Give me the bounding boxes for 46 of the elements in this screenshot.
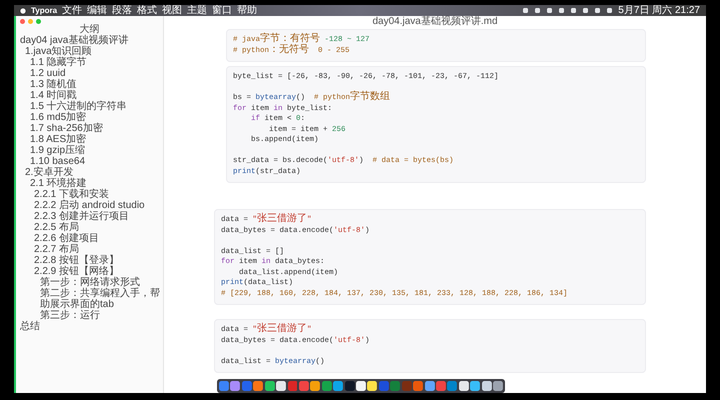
outline-item[interactable]: 第二步：共享编程入手，帮助展示界面的tab	[40, 288, 161, 310]
outline-item[interactable]: 2.2.8 按钮【登录】	[34, 255, 120, 266]
outline-item[interactable]: 2.安卓开发	[25, 167, 74, 178]
app-icon[interactable]	[333, 381, 344, 391]
close-button[interactable]	[20, 19, 25, 24]
outline-item[interactable]: 2.2.6 创建项目	[34, 233, 100, 244]
menu-item[interactable]: 视图	[162, 5, 182, 16]
app-icon[interactable]	[310, 381, 320, 391]
menu-item[interactable]: 编辑	[87, 5, 108, 16]
app-icon[interactable]	[470, 381, 480, 391]
menu-item[interactable]: 格式	[137, 5, 158, 16]
outline-item[interactable]: 2.2.7 布局	[34, 244, 80, 255]
outline-item[interactable]: day04 java基础视频评讲	[20, 35, 128, 46]
outline-item[interactable]: 1.3 随机值	[30, 79, 77, 90]
outline-item[interactable]: 2.1 环境搭建	[30, 178, 87, 189]
menu-item[interactable]: 段落	[112, 5, 132, 16]
outline-item[interactable]: 1.2 uuid	[30, 68, 66, 79]
outline-item[interactable]: 1.4 时间戳	[30, 90, 77, 101]
outline-item[interactable]: 总结	[20, 321, 40, 332]
outline-item[interactable]: 1.9 gzip压缩	[30, 145, 86, 156]
app-icon[interactable]	[367, 381, 378, 391]
window-title: day04.java基础视频评讲.md	[372, 16, 498, 27]
app-icon[interactable]	[356, 381, 366, 391]
outline-item[interactable]: 1.java知识回顾	[25, 46, 92, 57]
app-icon[interactable]	[276, 381, 286, 391]
outline-item[interactable]: 1.8 AES加密	[30, 134, 86, 145]
app-icon[interactable]	[493, 381, 504, 391]
outline-item[interactable]: 2.2.1 下载和安装	[34, 189, 110, 200]
outline-item[interactable]: 1.10 base64	[30, 156, 86, 167]
outline-item[interactable]: 第一步：网络请求形式	[40, 277, 140, 288]
outline-item[interactable]: 1.1 隐藏字节	[30, 57, 87, 68]
menu-app-name[interactable]: Typora	[31, 5, 58, 16]
app-icon[interactable]	[230, 381, 240, 391]
outline-item[interactable]: 2.2.5 布局	[34, 222, 80, 233]
outline-item[interactable]: 2.2.3 创建并运行项目	[34, 211, 130, 222]
outline-item[interactable]: 2.2.2 启动 android studio	[34, 200, 145, 211]
app-icon[interactable]	[482, 381, 492, 391]
outline-item[interactable]: 第三步：运行	[40, 310, 100, 321]
outline-item[interactable]: 1.5 十六进制的字符串	[30, 101, 127, 112]
outline-item[interactable]: 1.6 md5加密	[30, 112, 86, 123]
menu-item[interactable]: 帮助	[237, 5, 258, 16]
app-icon[interactable]	[264, 381, 275, 391]
outline-item[interactable]: 2.2.9 按钮【网络】	[34, 266, 120, 277]
outline-item[interactable]: 1.7 sha-256加密	[30, 123, 103, 134]
app-icon[interactable]	[458, 381, 469, 391]
outline-heading: 大纲	[80, 24, 100, 35]
